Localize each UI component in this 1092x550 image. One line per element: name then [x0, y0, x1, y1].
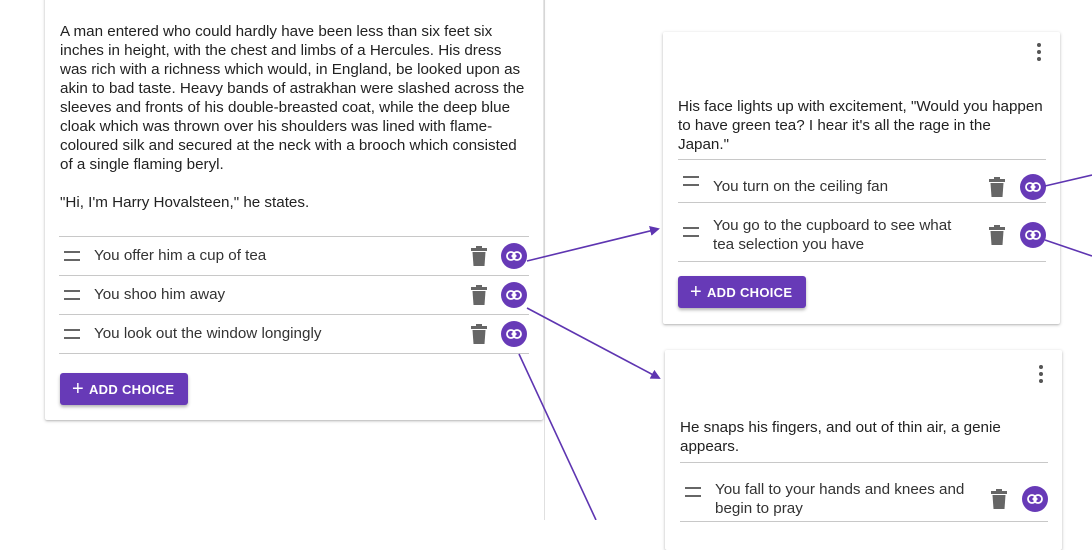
- link-button[interactable]: [1020, 174, 1046, 200]
- drag-handle-icon[interactable]: [64, 329, 80, 339]
- link-button[interactable]: [1022, 486, 1048, 512]
- choice-text[interactable]: You offer him a cup of tea: [94, 246, 266, 265]
- passage-paragraph-1: A man entered who could hardly have been…: [60, 23, 525, 173]
- drag-handle-icon[interactable]: [683, 227, 699, 237]
- choice-row: You turn on the ceiling fan: [678, 160, 1046, 203]
- trash-icon[interactable]: [471, 324, 487, 344]
- more-vert-icon[interactable]: [1038, 365, 1044, 383]
- trash-icon[interactable]: [991, 489, 1007, 509]
- drag-handle-icon[interactable]: [685, 487, 701, 497]
- passage-card-top-right: His face lights up with excitement, "Wou…: [663, 32, 1060, 324]
- add-choice-button[interactable]: + ADD CHOICE: [60, 373, 189, 405]
- trash-icon[interactable]: [989, 225, 1005, 245]
- passage-text: His face lights up with excitement, "Wou…: [678, 98, 1043, 153]
- add-choice-label: ADD CHOICE: [706, 284, 793, 300]
- link-icon: [1027, 494, 1043, 504]
- plus-icon: +: [690, 281, 702, 303]
- link-button[interactable]: [501, 321, 527, 347]
- drag-handle-icon[interactable]: [64, 290, 80, 300]
- passage-text: A man entered who could hardly have been…: [60, 22, 530, 212]
- trash-icon[interactable]: [471, 285, 487, 305]
- link-button[interactable]: [501, 282, 527, 308]
- drag-handle-icon[interactable]: [683, 176, 699, 186]
- more-vert-icon[interactable]: [1036, 43, 1042, 61]
- choice-row: You shoo him away: [59, 276, 529, 315]
- choice-text[interactable]: You look out the window longingly: [94, 324, 321, 343]
- add-choice-button[interactable]: + ADD CHOICE: [678, 276, 807, 308]
- plus-icon: +: [72, 378, 84, 400]
- passage-card-bottom-right: He snaps his fingers, and out of thin ai…: [665, 350, 1062, 550]
- choice-row: You look out the window longingly: [59, 315, 529, 354]
- choice-list: You fall to your hands and knees and beg…: [680, 462, 1048, 522]
- choice-text[interactable]: You go to the cupboard to see what tea s…: [713, 216, 973, 254]
- trash-icon[interactable]: [989, 177, 1005, 197]
- passage-card-left: A man entered who could hardly have been…: [45, 0, 543, 420]
- link-icon: [506, 251, 522, 261]
- column-divider: [544, 0, 545, 520]
- link-icon: [1025, 182, 1041, 192]
- choice-row: You fall to your hands and knees and beg…: [680, 463, 1048, 522]
- link-icon: [506, 290, 522, 300]
- link-icon: [506, 329, 522, 339]
- link-button[interactable]: [1020, 222, 1046, 248]
- choice-list: You turn on the ceiling fan You go to th…: [678, 159, 1046, 262]
- link-icon: [1025, 230, 1041, 240]
- choice-list: You offer him a cup of tea You shoo him …: [59, 236, 529, 354]
- passage-paragraph-2: "Hi, I'm Harry Hovalsteen," he states.: [60, 194, 310, 211]
- add-choice-label: ADD CHOICE: [88, 381, 175, 397]
- trash-icon[interactable]: [471, 246, 487, 266]
- choice-row: You go to the cupboard to see what tea s…: [678, 203, 1046, 262]
- drag-handle-icon[interactable]: [64, 251, 80, 261]
- choice-row: You offer him a cup of tea: [59, 237, 529, 276]
- link-button[interactable]: [501, 243, 527, 269]
- connector-arrow: [526, 226, 660, 262]
- choice-text[interactable]: You fall to your hands and knees and beg…: [715, 480, 985, 518]
- choice-text[interactable]: You shoo him away: [94, 285, 225, 304]
- passage-text: He snaps his fingers, and out of thin ai…: [680, 419, 1001, 455]
- connector-arrow: [526, 307, 661, 379]
- choice-text[interactable]: You turn on the ceiling fan: [713, 177, 888, 196]
